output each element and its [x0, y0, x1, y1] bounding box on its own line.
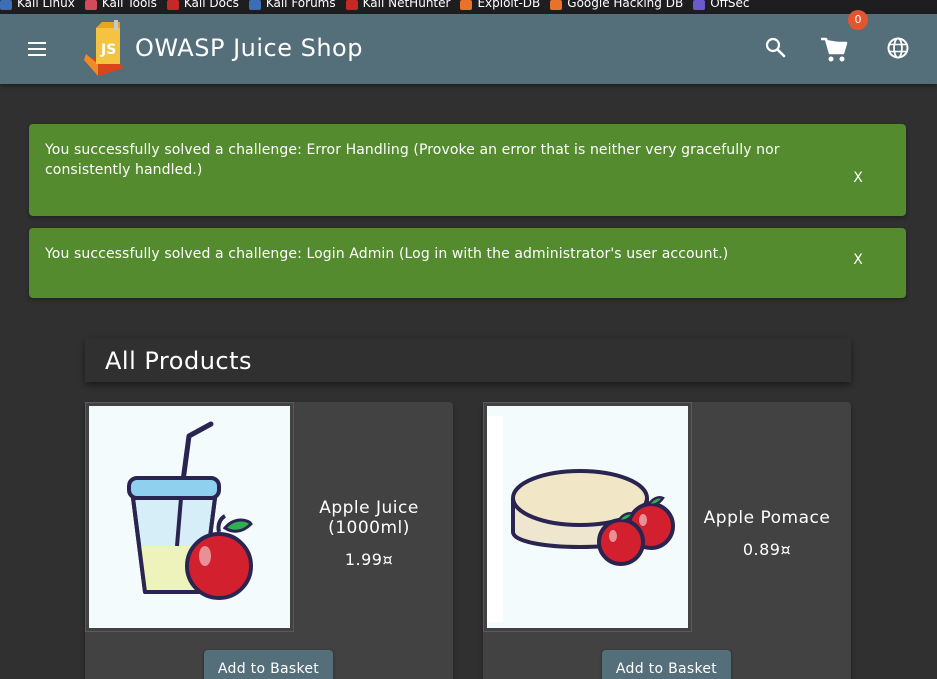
offsec-icon — [693, 0, 706, 10]
apple-pomace-image-icon — [487, 406, 688, 628]
app-title[interactable]: OWASP Juice Shop — [135, 34, 363, 62]
kali-forums-icon — [248, 0, 261, 10]
bookmark-kali-tools[interactable]: Kali Tools — [84, 0, 157, 10]
bookmark-label: Kali Tools — [101, 0, 157, 10]
kali-docs-icon — [166, 0, 179, 10]
product-price: 0.89¤ — [742, 540, 792, 559]
notification-message: You successfully solved a challenge: Err… — [45, 142, 780, 178]
notification-message: You successfully solved a challenge: Log… — [45, 246, 729, 262]
products-heading: All Products — [105, 347, 253, 375]
bookmark-label: Kali Docs — [183, 0, 239, 10]
bookmark-label: Kali Linux — [17, 0, 75, 10]
bookmark-kali-docs[interactable]: Kali Docs — [166, 0, 239, 10]
cart-count-badge: 0 — [848, 10, 868, 30]
app-toolbar: JS OWASP Juice Shop 0 — [0, 10, 937, 84]
svg-text:JS: JS — [100, 42, 116, 58]
product-image[interactable] — [85, 402, 294, 632]
product-name: Apple Juice (1000ml) — [319, 498, 419, 538]
menu-button[interactable] — [22, 34, 52, 64]
bookmarks-bar: Kali Linux Kali Tools Kali Docs Kali For… — [0, 0, 937, 14]
kali-tools-icon — [84, 0, 97, 10]
close-notification-button[interactable]: X — [850, 250, 866, 270]
challenge-solved-notification: You successfully solved a challenge: Log… — [29, 228, 906, 298]
nethunter-icon — [345, 0, 358, 10]
challenge-solved-notification: You successfully solved a challenge: Err… — [29, 124, 906, 216]
menu-icon-bar — [28, 48, 46, 50]
menu-icon-bar — [28, 54, 46, 56]
products-header: All Products — [85, 338, 851, 382]
bookmark-label: OffSec — [710, 0, 750, 10]
bookmark-label: Kali Forums — [265, 0, 336, 10]
add-to-basket-button[interactable]: Add to Basket — [204, 650, 333, 679]
product-card[interactable]: Apple Juice (1000ml) 1.99¤ Add to Basket — [85, 402, 453, 679]
exploit-db-icon — [460, 0, 473, 10]
juice-shop-logo-icon[interactable]: JS — [80, 20, 126, 76]
close-notification-button[interactable]: X — [850, 168, 866, 188]
bookmark-label: Google Hacking DB — [567, 0, 684, 10]
apple-juice-image-icon — [89, 406, 290, 628]
product-name: Apple Pomace — [703, 508, 831, 528]
search-icon[interactable] — [762, 34, 790, 62]
product-image[interactable] — [483, 402, 692, 632]
menu-icon-bar — [28, 42, 46, 44]
language-globe-icon[interactable] — [884, 34, 912, 62]
bookmark-kali-nethunter[interactable]: Kali NetHunter — [345, 0, 451, 10]
bookmark-label: Kali NetHunter — [362, 0, 451, 10]
add-to-basket-button[interactable]: Add to Basket — [602, 650, 731, 679]
product-price: 1.99¤ — [344, 550, 394, 569]
bookmark-ghdb[interactable]: Google Hacking DB — [550, 0, 683, 10]
bookmark-label: Exploit-DB — [477, 0, 541, 10]
shopping-cart-icon[interactable] — [818, 34, 850, 64]
bookmark-kali-forums[interactable]: Kali Forums — [248, 0, 336, 10]
ghdb-icon — [550, 0, 563, 10]
kali-dragon-icon — [0, 0, 12, 10]
product-card[interactable]: Apple Pomace 0.89¤ Add to Basket — [483, 402, 851, 679]
bookmark-exploit-db[interactable]: Exploit-DB — [460, 0, 540, 10]
bookmark-kali-linux[interactable]: Kali Linux — [0, 0, 75, 10]
bookmark-offsec[interactable]: OffSec — [693, 0, 750, 10]
